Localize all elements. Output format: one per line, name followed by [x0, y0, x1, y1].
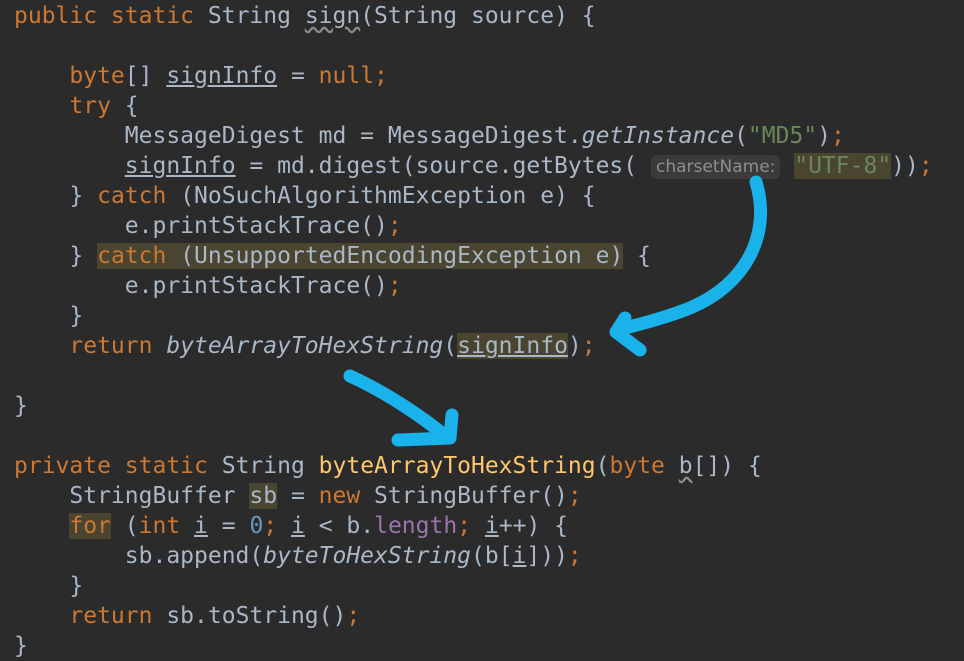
- curved-arrow-shaft: [611, 175, 768, 337]
- straight-arrow-shaft: [343, 369, 455, 445]
- annotation-arrows: [343, 175, 768, 447]
